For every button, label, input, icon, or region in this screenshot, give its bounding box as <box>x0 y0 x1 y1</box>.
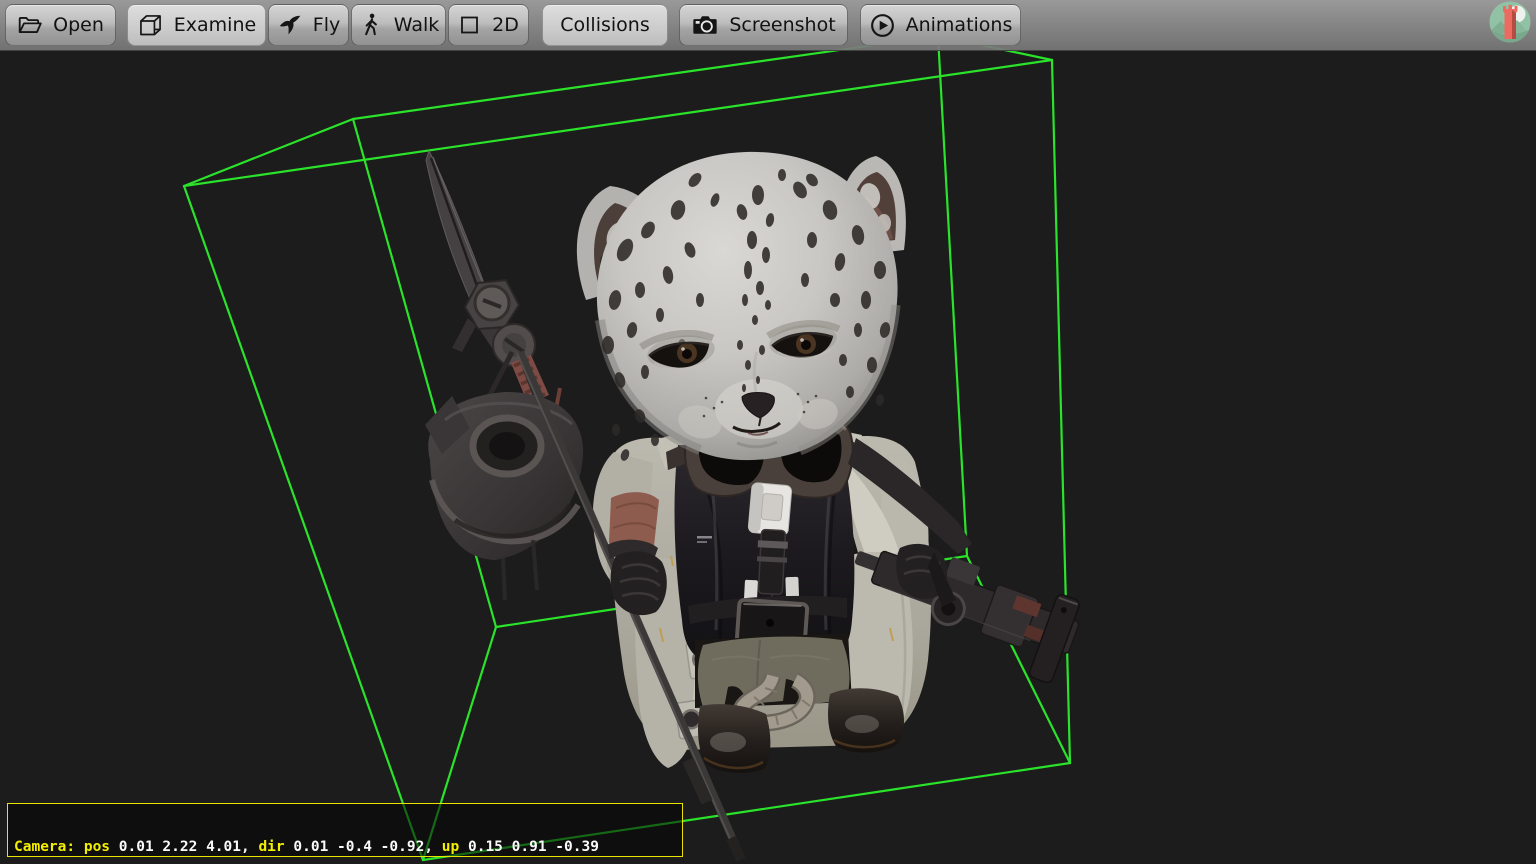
character-model <box>425 151 1086 860</box>
collisions-button-label: Collisions <box>560 14 649 36</box>
walk-button-label: Walk <box>394 14 440 36</box>
screenshot-button-label: Screenshot <box>729 14 835 36</box>
status-panel: Camera: pos 0.01 2.22 4.01, dir 0.01 -0.… <box>7 803 683 857</box>
camera-dir-value: 0.01 -0.4 -0.92, <box>293 839 441 855</box>
open-folder-icon <box>17 12 43 38</box>
head <box>597 152 898 462</box>
fly-button[interactable]: Fly <box>268 4 349 46</box>
camera-pos-value: 0.01 2.22 4.01, <box>119 839 259 855</box>
camera-pos-label: pos <box>84 839 119 855</box>
animations-button[interactable]: Animations <box>860 4 1021 46</box>
camera-dir-label: dir <box>258 839 293 855</box>
chest-canister <box>748 482 792 535</box>
camera-icon <box>691 11 719 39</box>
open-button[interactable]: Open <box>5 4 116 46</box>
application-window: Open Examine Fly Walk <box>0 0 1536 864</box>
2d-button-label: 2D <box>492 14 519 36</box>
animations-button-label: Animations <box>906 14 1013 36</box>
square-icon <box>458 13 482 37</box>
right-boot <box>828 688 904 752</box>
scene-canvas <box>0 0 1536 864</box>
bird-icon <box>277 12 303 38</box>
3d-viewport[interactable] <box>0 0 1536 864</box>
fly-button-label: Fly <box>313 14 340 36</box>
examine-button-label: Examine <box>174 14 256 36</box>
camera-up-label: up <box>442 839 468 855</box>
bounding-box-edge <box>184 186 423 860</box>
bounding-box-edge <box>184 60 1052 186</box>
walking-person-icon <box>358 12 384 38</box>
collisions-button[interactable]: Collisions <box>542 4 668 46</box>
play-circle-icon <box>869 12 896 39</box>
left-boot <box>698 704 770 773</box>
camera-label: Camera: <box>14 839 84 855</box>
toolbar: Open Examine Fly Walk <box>0 0 1536 51</box>
examine-button[interactable]: Examine <box>127 4 266 46</box>
open-button-label: Open <box>53 14 104 36</box>
bounding-box-edge <box>184 119 353 186</box>
2d-button[interactable]: 2D <box>448 4 529 46</box>
spear-head <box>426 151 549 404</box>
camera-up-value: 0.15 0.91 -0.39 <box>468 839 599 855</box>
camera-status-line: Camera: pos 0.01 2.22 4.01, dir 0.01 -0.… <box>14 839 682 855</box>
bounding-box-edge <box>938 36 967 556</box>
hanging-helmet <box>425 352 583 600</box>
walk-button[interactable]: Walk <box>351 4 446 46</box>
screenshot-button[interactable]: Screenshot <box>679 4 848 46</box>
castle-game-engine-logo <box>1489 1 1531 43</box>
cube-icon <box>137 12 164 39</box>
